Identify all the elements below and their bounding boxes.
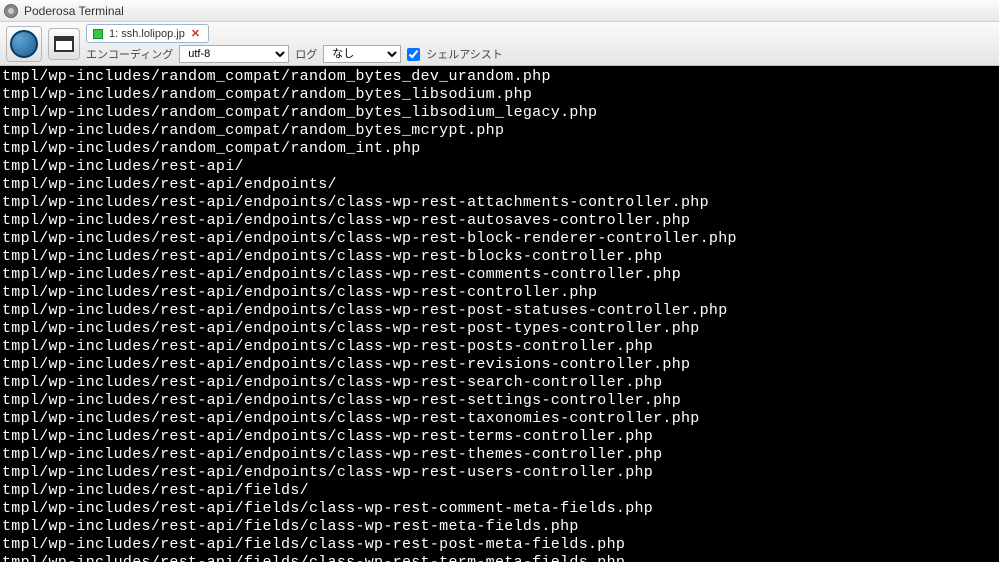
terminal-line: tmpl/wp-includes/rest-api/endpoints/clas… <box>2 212 999 230</box>
toolbar-right-panel: 1: ssh.lolipop.jp ✕ エンコーディング utf-8 ログ なし… <box>86 24 503 63</box>
log-label: ログ <box>295 46 317 62</box>
window-title: Poderosa Terminal <box>24 4 124 18</box>
log-select[interactable]: なし <box>323 45 401 63</box>
terminal-line: tmpl/wp-includes/rest-api/endpoints/clas… <box>2 356 999 374</box>
terminal-line: tmpl/wp-includes/random_compat/random_by… <box>2 68 999 86</box>
poderosa-logo-icon <box>10 30 38 58</box>
tab-label: 1: ssh.lolipop.jp <box>109 28 185 40</box>
encoding-select[interactable]: utf-8 <box>179 45 289 63</box>
connection-status-icon <box>93 29 103 39</box>
shell-assist-label: シェルアシスト <box>426 46 503 62</box>
terminal-line: tmpl/wp-includes/random_compat/random_by… <box>2 104 999 122</box>
terminal-line: tmpl/wp-includes/rest-api/endpoints/clas… <box>2 446 999 464</box>
app-logo-button[interactable] <box>6 26 42 62</box>
new-window-button[interactable] <box>48 28 80 60</box>
terminal-line: tmpl/wp-includes/rest-api/fields/class-w… <box>2 536 999 554</box>
terminal-line: tmpl/wp-includes/rest-api/fields/ <box>2 482 999 500</box>
terminal-line: tmpl/wp-includes/rest-api/endpoints/clas… <box>2 374 999 392</box>
tab-row: 1: ssh.lolipop.jp ✕ <box>86 24 503 43</box>
terminal-output[interactable]: tmpl/wp-includes/random_compat/random_by… <box>0 66 999 562</box>
terminal-line: tmpl/wp-includes/rest-api/endpoints/clas… <box>2 194 999 212</box>
window-icon <box>54 36 74 52</box>
toolbar: 1: ssh.lolipop.jp ✕ エンコーディング utf-8 ログ なし… <box>0 22 999 66</box>
terminal-line: tmpl/wp-includes/random_compat/random_in… <box>2 140 999 158</box>
terminal-line: tmpl/wp-includes/rest-api/endpoints/clas… <box>2 410 999 428</box>
terminal-line: tmpl/wp-includes/rest-api/endpoints/clas… <box>2 320 999 338</box>
terminal-line: tmpl/wp-includes/rest-api/endpoints/clas… <box>2 284 999 302</box>
terminal-line: tmpl/wp-includes/random_compat/random_by… <box>2 122 999 140</box>
terminal-line: tmpl/wp-includes/rest-api/endpoints/clas… <box>2 392 999 410</box>
encoding-label: エンコーディング <box>86 46 173 62</box>
shell-assist-checkbox[interactable] <box>407 48 420 61</box>
terminal-line: tmpl/wp-includes/rest-api/endpoints/clas… <box>2 464 999 482</box>
terminal-line: tmpl/wp-includes/rest-api/endpoints/clas… <box>2 338 999 356</box>
terminal-line: tmpl/wp-includes/random_compat/random_by… <box>2 86 999 104</box>
terminal-line: tmpl/wp-includes/rest-api/ <box>2 158 999 176</box>
terminal-line: tmpl/wp-includes/rest-api/endpoints/clas… <box>2 230 999 248</box>
terminal-line: tmpl/wp-includes/rest-api/fields/class-w… <box>2 518 999 536</box>
terminal-line: tmpl/wp-includes/rest-api/endpoints/clas… <box>2 266 999 284</box>
options-row: エンコーディング utf-8 ログ なし シェルアシスト <box>86 45 503 63</box>
terminal-line: tmpl/wp-includes/rest-api/endpoints/ <box>2 176 999 194</box>
titlebar: Poderosa Terminal <box>0 0 999 22</box>
terminal-line: tmpl/wp-includes/rest-api/fields/class-w… <box>2 500 999 518</box>
session-tab[interactable]: 1: ssh.lolipop.jp ✕ <box>86 24 209 43</box>
app-icon <box>4 4 18 18</box>
tab-close-icon[interactable]: ✕ <box>191 27 200 40</box>
terminal-line: tmpl/wp-includes/rest-api/endpoints/clas… <box>2 428 999 446</box>
terminal-line: tmpl/wp-includes/rest-api/fields/class-w… <box>2 554 999 562</box>
terminal-line: tmpl/wp-includes/rest-api/endpoints/clas… <box>2 248 999 266</box>
terminal-line: tmpl/wp-includes/rest-api/endpoints/clas… <box>2 302 999 320</box>
